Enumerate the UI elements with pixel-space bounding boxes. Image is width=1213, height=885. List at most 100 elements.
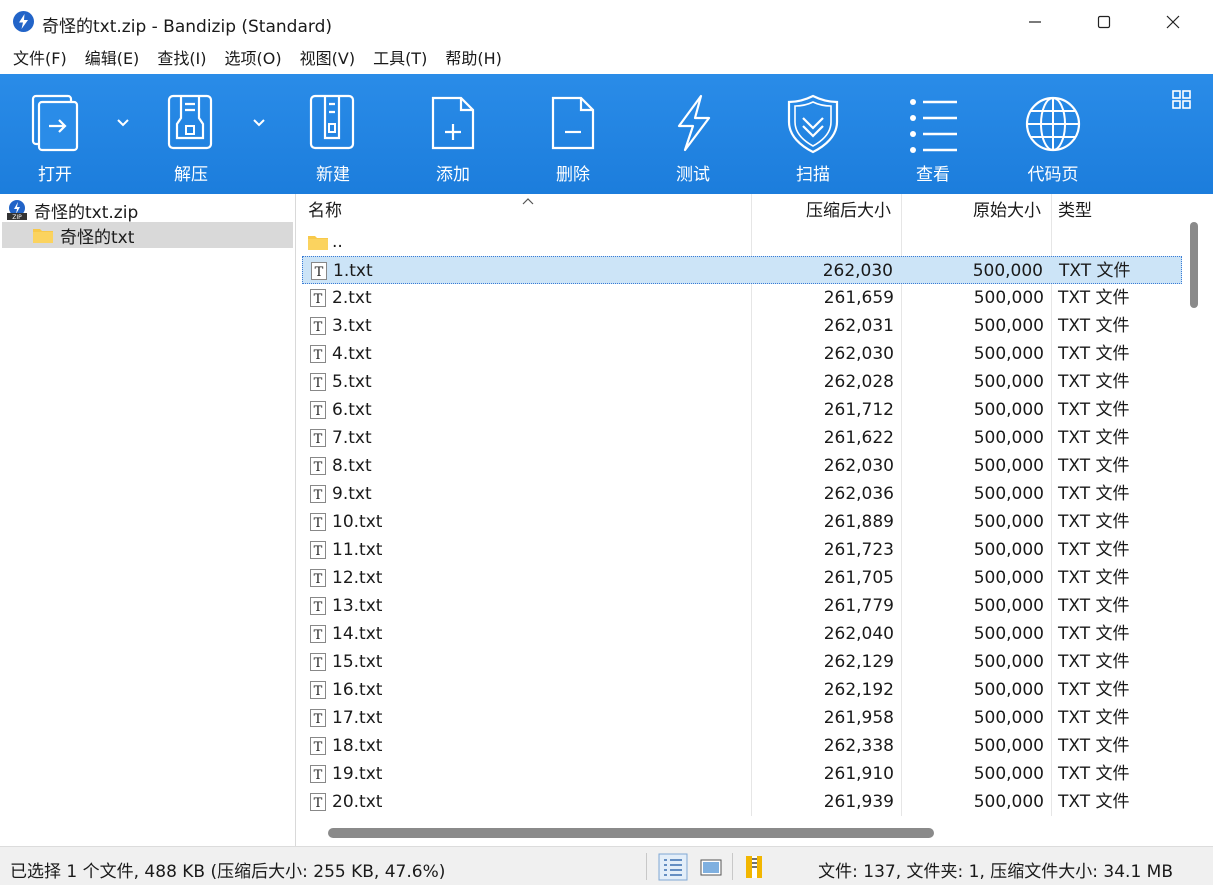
original-size: 500,000	[972, 261, 1043, 281]
close-button[interactable]	[1144, 0, 1202, 44]
file-row[interactable]: T 20.txt 261,939 500,000 TXT 文件	[302, 788, 1182, 816]
file-type: TXT 文件	[1058, 792, 1130, 812]
globe-icon	[1025, 96, 1081, 152]
file-row[interactable]: T 17.txt 261,958 500,000 TXT 文件	[302, 704, 1182, 732]
file-row[interactable]: T 19.txt 261,910 500,000 TXT 文件	[302, 760, 1182, 788]
file-type: TXT 文件	[1058, 344, 1130, 364]
archive-name: 奇怪的txt.zip	[34, 202, 139, 223]
column-header-name[interactable]: 名称	[308, 194, 342, 228]
column-header-type[interactable]: 类型	[1058, 194, 1092, 228]
text-file-icon: T	[310, 345, 326, 363]
compressed-size: 261,659	[823, 288, 894, 308]
text-file-icon: T	[310, 401, 326, 419]
open-dropdown-chevron-icon[interactable]	[114, 114, 132, 130]
add-button[interactable]: 添加	[398, 74, 508, 194]
file-name: 14.txt	[332, 624, 383, 644]
new-archive-button[interactable]: 新建	[278, 74, 388, 194]
window-title: 奇怪的txt.zip - Bandizip (Standard)	[42, 17, 332, 37]
text-file-icon: T	[310, 317, 326, 335]
menu-help[interactable]: 帮助(H)	[436, 45, 511, 73]
file-row[interactable]: T 14.txt 262,040 500,000 TXT 文件	[302, 620, 1182, 648]
menu-options[interactable]: 选项(O)	[216, 45, 291, 73]
delete-file-icon	[551, 96, 595, 150]
svg-text:T: T	[314, 432, 323, 447]
text-file-icon: T	[310, 737, 326, 755]
column-header-compressed[interactable]: 压缩后大小	[806, 194, 891, 228]
file-type: TXT 文件	[1058, 288, 1130, 308]
original-size: 500,000	[973, 400, 1044, 420]
menu-file[interactable]: 文件(F)	[4, 45, 76, 73]
maximize-button[interactable]	[1075, 0, 1133, 44]
horizontal-scrollbar[interactable]	[300, 820, 1213, 846]
file-row[interactable]: T 1.txt 262,030 500,000 TXT 文件	[302, 256, 1182, 284]
text-file-icon: T	[310, 485, 326, 503]
file-name: 11.txt	[332, 540, 383, 560]
text-file-icon: T	[310, 625, 326, 643]
menu-view[interactable]: 视图(V)	[291, 45, 364, 73]
file-row[interactable]: T 18.txt 262,338 500,000 TXT 文件	[302, 732, 1182, 760]
file-row[interactable]: T 8.txt 262,030 500,000 TXT 文件	[302, 452, 1182, 480]
vertical-scrollbar[interactable]	[1182, 194, 1213, 822]
status-bar: 已选择 1 个文件, 488 KB (压缩后大小: 255 KB, 47.6%)…	[0, 846, 1213, 885]
title-bar: 奇怪的txt.zip - Bandizip (Standard)	[0, 0, 1213, 44]
tree-item-archive[interactable]: ZIP 奇怪的txt.zip	[6, 198, 139, 223]
file-row[interactable]: T 7.txt 261,622 500,000 TXT 文件	[302, 424, 1182, 452]
file-row[interactable]: T 16.txt 262,192 500,000 TXT 文件	[302, 676, 1182, 704]
extract-zipper-icon	[167, 94, 213, 150]
file-row[interactable]: T 15.txt 262,129 500,000 TXT 文件	[302, 648, 1182, 676]
minimize-button[interactable]	[1006, 0, 1064, 44]
menu-find[interactable]: 查找(I)	[148, 45, 215, 73]
shield-check-icon	[787, 94, 839, 154]
scan-button[interactable]: 扫描	[758, 74, 868, 194]
menu-edit[interactable]: 编辑(E)	[76, 45, 149, 73]
file-type: TXT 文件	[1058, 624, 1130, 644]
preview-pane-icon[interactable]	[696, 853, 726, 881]
file-row[interactable]: T 9.txt 262,036 500,000 TXT 文件	[302, 480, 1182, 508]
svg-text:T: T	[314, 320, 323, 335]
file-row[interactable]: T 3.txt 262,031 500,000 TXT 文件	[302, 312, 1182, 340]
svg-text:T: T	[314, 796, 323, 811]
original-size: 500,000	[973, 372, 1044, 392]
compressed-size: 261,705	[823, 568, 894, 588]
vertical-scroll-thumb[interactable]	[1190, 222, 1198, 308]
text-file-icon: T	[311, 262, 327, 280]
sort-ascending-icon	[522, 198, 534, 205]
file-type: TXT 文件	[1058, 372, 1130, 392]
file-row[interactable]: T 10.txt 261,889 500,000 TXT 文件	[302, 508, 1182, 536]
file-row[interactable]: T 4.txt 262,030 500,000 TXT 文件	[302, 340, 1182, 368]
file-name: 18.txt	[332, 736, 383, 756]
view-button[interactable]: 查看	[878, 74, 988, 194]
extract-dropdown-chevron-icon[interactable]	[250, 114, 268, 130]
open-button[interactable]: 打开	[0, 74, 110, 194]
text-file-icon: T	[310, 457, 326, 475]
layout-switch-icon[interactable]	[1170, 88, 1194, 112]
compressed-size: 262,036	[823, 484, 894, 504]
bandizip-app-icon[interactable]	[13, 11, 34, 32]
tree-item-folder[interactable]: 奇怪的txt	[2, 222, 293, 248]
file-row[interactable]: T 12.txt 261,705 500,000 TXT 文件	[302, 564, 1182, 592]
file-name: 13.txt	[332, 596, 383, 616]
new-label: 新建	[316, 165, 350, 185]
test-button[interactable]: 测试	[638, 74, 748, 194]
column-header-original[interactable]: 原始大小	[973, 194, 1041, 228]
compressed-size: 262,338	[823, 736, 894, 756]
menu-tools[interactable]: 工具(T)	[364, 45, 436, 73]
compressed-size: 261,723	[823, 540, 894, 560]
toolbar: 打开 解压 新建 添加 删除 测试 扫描 查看 代码页	[0, 74, 1213, 194]
file-row[interactable]: T 13.txt 261,779 500,000 TXT 文件	[302, 592, 1182, 620]
archive-info-icon[interactable]	[740, 853, 770, 881]
delete-button[interactable]: 删除	[518, 74, 628, 194]
text-file-icon: T	[310, 709, 326, 727]
horizontal-scroll-thumb[interactable]	[328, 828, 934, 838]
file-row[interactable]: T 5.txt 262,028 500,000 TXT 文件	[302, 368, 1182, 396]
file-row[interactable]: T 11.txt 261,723 500,000 TXT 文件	[302, 536, 1182, 564]
parent-folder-row[interactable]: ..	[302, 228, 1182, 256]
file-row[interactable]: T 6.txt 261,712 500,000 TXT 文件	[302, 396, 1182, 424]
codepage-button[interactable]: 代码页	[998, 74, 1108, 194]
status-divider	[646, 853, 647, 880]
extract-button[interactable]: 解压	[136, 74, 246, 194]
details-view-icon[interactable]	[658, 853, 688, 881]
file-list: 名称 压缩后大小 原始大小 类型 .. T 1.txt 262,030 500,000…	[300, 194, 1213, 846]
file-row[interactable]: T 2.txt 261,659 500,000 TXT 文件	[302, 284, 1182, 312]
test-label: 测试	[676, 165, 710, 185]
